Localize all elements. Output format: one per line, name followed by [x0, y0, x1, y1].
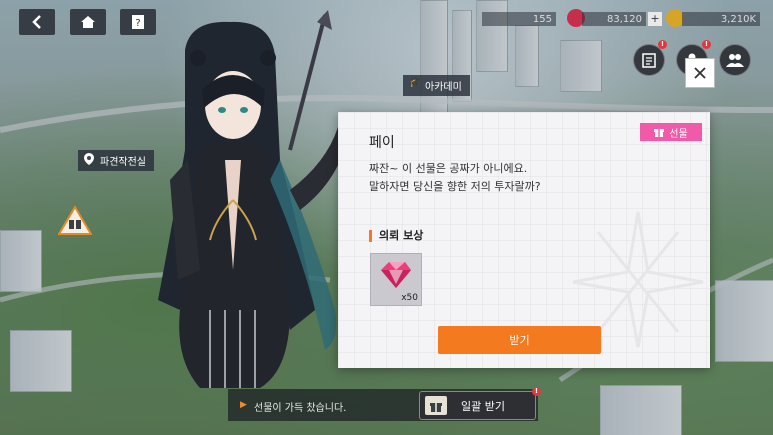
help-button[interactable]: ?	[120, 9, 156, 35]
notice-text: 선물이 가득 찼습니다.	[254, 403, 347, 414]
close-icon	[694, 67, 706, 79]
gift-tag-label: 선물	[669, 128, 688, 140]
back-button[interactable]	[19, 9, 55, 35]
gift-box-icon	[425, 396, 447, 415]
gem-value: 83,120	[607, 13, 642, 25]
gift-map-marker[interactable]	[57, 205, 93, 236]
dialog-title: 페이	[369, 135, 395, 151]
play-arrow-icon: ▶	[240, 400, 247, 410]
dialog-message: 짜잔~ 이 선물은 공짜가 아니에요. 말하자면 당신을 향한 저의 투자랄까?	[369, 162, 541, 193]
friends-button[interactable]	[719, 44, 751, 76]
profile-alert-badge: !	[702, 40, 711, 49]
location-pin-icon	[84, 153, 94, 168]
home-button[interactable]	[70, 9, 106, 35]
back-arrow-icon	[32, 15, 41, 29]
gold-counter: 3,210K	[682, 12, 760, 26]
academy-icon: 🎓	[409, 77, 422, 88]
gift-icon	[654, 129, 665, 137]
receive-button[interactable]: 받기	[438, 326, 601, 354]
gift-dialog: 페이 짜잔~ 이 선물은 공짜가 아니에요. 말하자면 당신을 향한 저의 투자…	[338, 112, 710, 368]
reward-item-gem[interactable]: x50	[370, 253, 422, 306]
close-button[interactable]	[685, 58, 715, 88]
map-label-academy-text: 아카데미	[425, 82, 462, 93]
mission-alert-badge: !	[658, 40, 667, 49]
add-gem-button[interactable]: +	[648, 12, 662, 26]
gift-tag: 선물	[640, 123, 702, 141]
reward-section-title: 의뢰 보상	[369, 230, 423, 242]
claim-all-button[interactable]: 일괄 받기	[419, 391, 536, 420]
friends-icon	[726, 54, 744, 67]
help-book-icon: ?	[132, 15, 144, 29]
alert-mark: !	[534, 387, 539, 395]
receive-button-label: 받기	[509, 334, 530, 347]
home-icon	[81, 16, 95, 28]
claim-all-alert-badge: !	[532, 387, 541, 396]
alert-mark: !	[704, 40, 709, 48]
gem-counter: 83,120	[582, 12, 646, 26]
clipboard-icon	[642, 53, 656, 68]
map-label-academy[interactable]: 🎓 아카데미	[403, 75, 470, 96]
stamina-counter: 155	[482, 12, 556, 26]
claim-all-label: 일괄 받기	[461, 399, 505, 413]
alert-mark: !	[660, 40, 665, 48]
svg-text:?: ?	[135, 18, 140, 29]
stamina-value: 155	[532, 13, 552, 25]
gold-value: 3,210K	[720, 13, 756, 25]
gift-marker-icon	[57, 205, 93, 235]
reward-count: x50	[401, 293, 418, 303]
pink-gem-icon	[381, 262, 411, 288]
plus-icon: +	[650, 12, 660, 25]
